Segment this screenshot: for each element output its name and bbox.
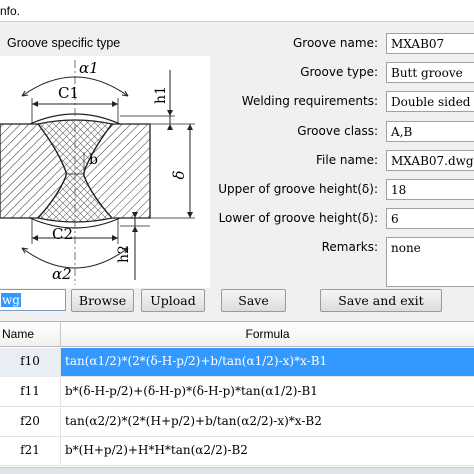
label-h2: h2: [116, 245, 132, 263]
save-button[interactable]: Save: [221, 289, 286, 312]
row-name-cell: f10: [0, 348, 61, 377]
file-path-input[interactable]: wg: [0, 289, 66, 311]
formula-table: Name Formula f10 tan(α1/2)*(2*(δ-H-p/2)+…: [0, 321, 474, 467]
title-bar: nfo.: [0, 0, 474, 22]
upper-groove-height-field[interactable]: 18: [386, 179, 474, 200]
upload-button[interactable]: Upload: [141, 289, 205, 312]
welding-requirements-field[interactable]: Double sided w: [386, 91, 474, 112]
table-header: Name Formula: [0, 322, 474, 347]
groove-name-label: Groove name:: [292, 36, 378, 50]
formula-column-header[interactable]: Formula: [61, 322, 474, 347]
upper-groove-height-label: Upper of groove height(δ):: [218, 182, 378, 196]
label-delta: δ: [170, 170, 188, 179]
label-h1: h1: [153, 86, 169, 104]
file-name-field[interactable]: MXAB07.dwg: [386, 150, 474, 171]
groove-cross-section-diagram: α1 C1 h1 δ b C2 α2 h2: [0, 59, 195, 285]
window-title: nfo.: [0, 4, 21, 18]
label-b: b: [89, 152, 98, 168]
file-name-label: File name:: [316, 153, 378, 167]
welding-requirements-label: Welding requirements:: [241, 94, 378, 108]
label-a2: α2: [52, 265, 72, 283]
table-row[interactable]: f11 b*(δ-H-p/2)+(δ-H-p)*(δ-H-p)*tan(α1/2…: [0, 378, 474, 407]
row-formula-cell: tan(α1/2)*(2*(δ-H-p/2)+b/tan(α1/2)-x)*x-…: [65, 354, 328, 368]
lower-groove-height-field[interactable]: 6: [386, 208, 474, 229]
row-name-cell: f20: [0, 408, 61, 437]
groove-class-label: Groove class:: [297, 124, 378, 138]
groove-class-field[interactable]: A,B: [386, 121, 474, 142]
table-row[interactable]: f10 tan(α1/2)*(2*(δ-H-p/2)+b/tan(α1/2)-x…: [0, 348, 474, 377]
table-row[interactable]: f21 b*(H+p/2)+H*H*tan(α2/2)-B2: [0, 437, 474, 466]
bottom-scrollbar[interactable]: [0, 467, 474, 474]
row-formula-cell: b*(δ-H-p/2)+(δ-H-p)*(δ-H-p)*tan(α1/2)-B1: [65, 384, 318, 398]
row-formula-cell: tan(α2/2)*(2*(H+p/2)+b/tan(α2/2)-x)*x-B2: [65, 414, 322, 428]
row-formula-cell: b*(H+p/2)+H*H*tan(α2/2)-B2: [65, 443, 248, 457]
remarks-field[interactable]: none: [386, 237, 474, 287]
label-a1: α1: [79, 59, 99, 77]
groove-type-group-label: Groove specific type: [7, 36, 121, 50]
groove-type-field[interactable]: Butt groove: [386, 62, 474, 83]
name-column-header[interactable]: Name: [0, 322, 61, 347]
groove-name-field[interactable]: MXAB07: [386, 33, 474, 54]
row-name-cell: f21: [0, 437, 61, 466]
save-and-exit-button[interactable]: Save and exit: [320, 289, 442, 312]
label-c2: C2: [52, 225, 73, 243]
row-name-cell: f11: [0, 378, 61, 407]
file-path-text: wg: [1, 293, 21, 307]
remarks-label: Remarks:: [321, 240, 378, 254]
browse-button[interactable]: Browse: [71, 289, 134, 312]
lower-groove-height-label: Lower of groove height(δ):: [218, 211, 378, 225]
groove-type-label: Groove type:: [300, 65, 378, 79]
table-row[interactable]: f20 tan(α2/2)*(2*(H+p/2)+b/tan(α2/2)-x)*…: [0, 408, 474, 437]
groove-drawing: α1 C1 h1 δ b C2 α2 h2: [0, 56, 210, 288]
label-c1: C1: [58, 84, 79, 102]
